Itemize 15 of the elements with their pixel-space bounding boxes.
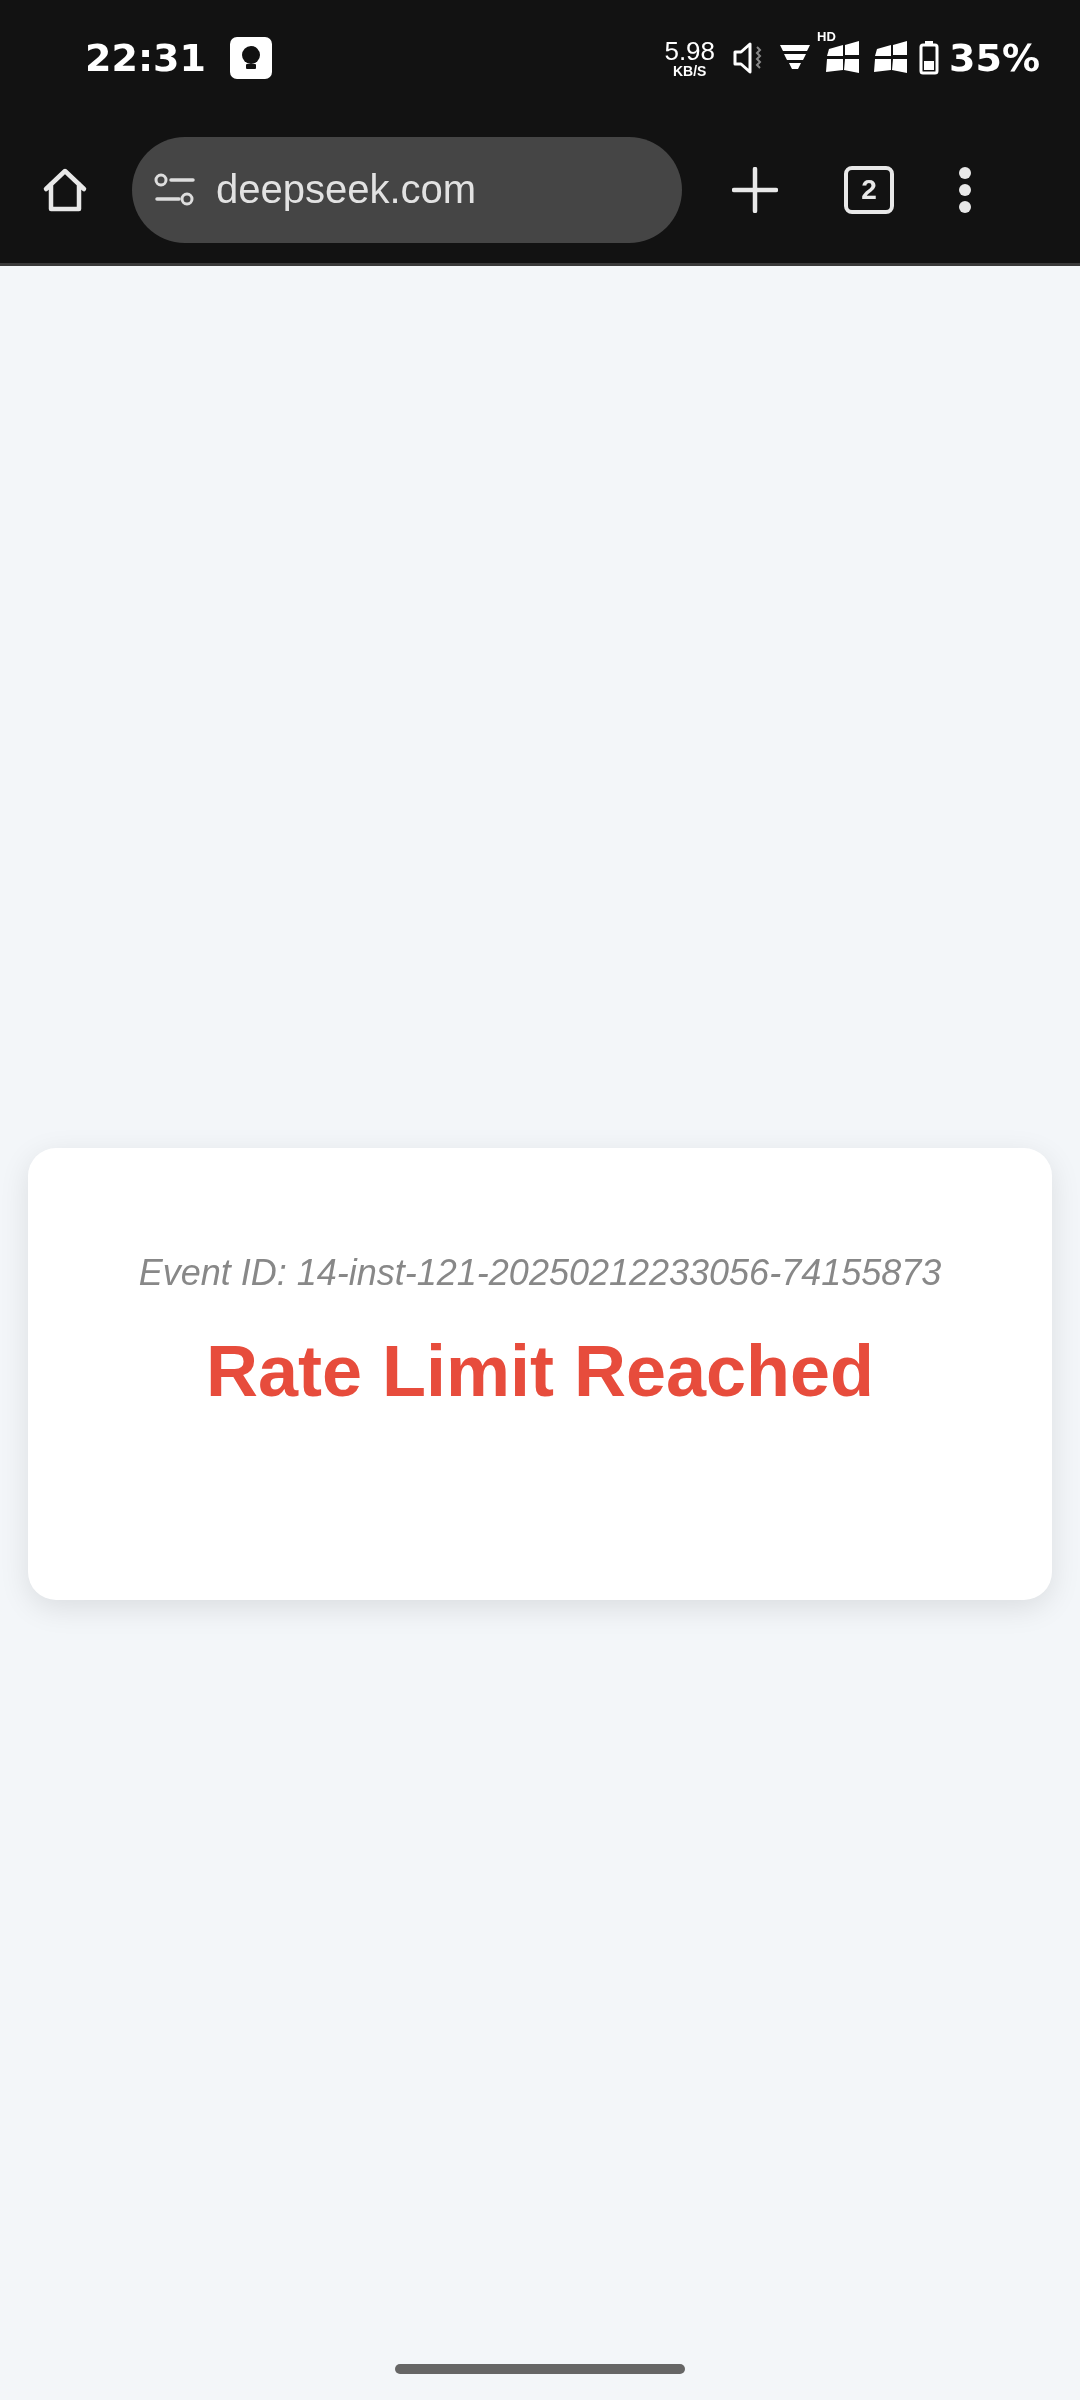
hd-label: HD — [817, 29, 836, 44]
battery-icon — [919, 41, 940, 75]
error-title: Rate Limit Reached — [205, 1330, 875, 1412]
network-speed-unit: KB/S — [673, 64, 707, 78]
address-bar[interactable]: deepseek.com — [132, 136, 682, 243]
tab-count-button[interactable]: 2 — [844, 165, 894, 214]
menu-icon[interactable] — [958, 165, 972, 214]
url-text: deepseek.com — [216, 167, 477, 212]
battery-percentage: 35% — [949, 36, 1040, 80]
site-settings-icon[interactable] — [154, 172, 196, 207]
notification-icon — [229, 37, 272, 79]
event-id: Event ID: 14-inst-121-20250212233056-74155873 — [138, 1252, 942, 1294]
status-time: 22:31 — [85, 36, 206, 80]
network-speed: 5.98 — [664, 38, 716, 64]
new-tab-icon[interactable] — [732, 166, 778, 213]
